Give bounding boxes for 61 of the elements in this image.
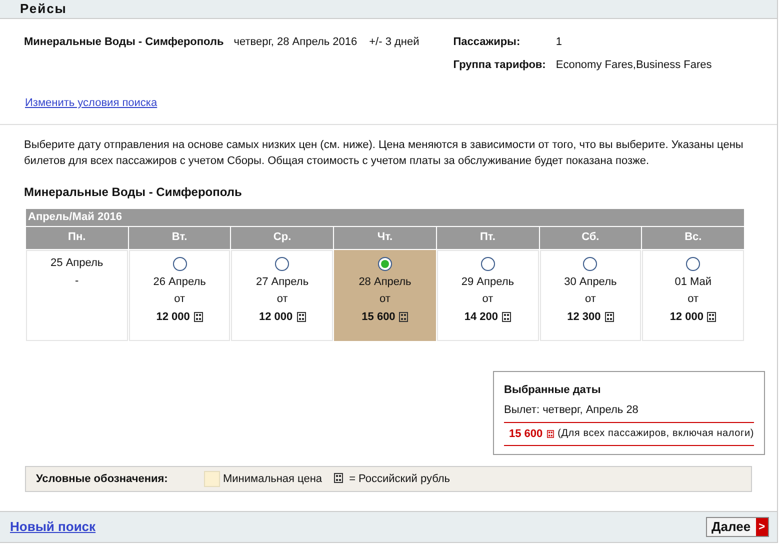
selected-dates-title: Выбранные даты (504, 382, 602, 398)
intro-text: Выберите дату отправления на основе самых низких цен (см. ниже). Цена меняются в зависимости от того, что вы выберите. Указаны цены билетов для всех пассажиров с учетом Сборы. Общая стоимость с учетом платы за обслуживание будет показана позже. (23, 138, 744, 168)
from-label: от (482, 292, 494, 307)
day-date: 27 Апрель (256, 274, 309, 290)
from-label: от (584, 292, 596, 307)
radio-button[interactable] (275, 256, 290, 270)
day-date: 26 Апрель (153, 274, 206, 290)
from-label: от (174, 292, 186, 307)
modify-search-link[interactable]: Изменить условия поиска (25, 97, 158, 109)
radio-button[interactable] (686, 256, 700, 270)
day-cell[interactable]: 01 Май от 12 000 (642, 250, 744, 340)
legend-label: Условные обозначения: (36, 472, 169, 487)
radio-button[interactable] (378, 256, 392, 270)
day-cell[interactable]: 29 Апрель от 14 200 (436, 250, 539, 340)
new-search-link[interactable]: Новый поиск (10, 517, 96, 537)
next-button[interactable]: Далее > (706, 517, 769, 537)
day-price: 12 000 (258, 310, 293, 324)
fare-group-value: Economy Fares,Business Fares (556, 58, 712, 72)
day-price: 12 000 (156, 310, 190, 324)
day-cell[interactable]: 28 Апрель от 15 600 (334, 250, 436, 340)
weekday-header: Вс. (642, 226, 744, 248)
day-cell[interactable]: 30 Апрель от 12 300 (540, 250, 642, 340)
page-title: Рейсы (20, 0, 67, 18)
month-header: Апрель/Май 2016 (26, 208, 744, 226)
radio-button[interactable] (172, 256, 187, 270)
date-text: четверг, 28 Апрель 2016 (234, 35, 358, 50)
day-price: 12 000 (670, 310, 704, 324)
from-label: от (688, 292, 699, 307)
passengers-value: 1 (556, 35, 563, 50)
range-text: +/- 3 дней (369, 35, 420, 50)
route-heading: Минеральные Воды - Симферополь (23, 184, 243, 200)
day-date: 28 Апрель (358, 274, 412, 290)
weekday-header: Вт. (128, 226, 230, 248)
weekday-header: Ср. (231, 226, 334, 248)
fare-group-label: Группа тарифов: (453, 58, 546, 72)
departure-text: Вылет: четверг, Апрель 28 (504, 402, 754, 422)
weekday-header: Чт. (334, 226, 436, 248)
weekday-header: Сб. (540, 226, 642, 248)
day-price: 15 600 (362, 310, 396, 324)
day-cell[interactable]: 27 Апрель от 12 000 (231, 250, 334, 340)
currency-text: = Российский рубль (349, 472, 450, 487)
passengers-label: Пассажиры: (453, 35, 522, 50)
radio-button[interactable] (583, 256, 598, 270)
day-price: 12 300 (567, 310, 601, 324)
day-date: 30 Апрель (564, 274, 617, 290)
day-price: - (75, 274, 79, 289)
day-cell[interactable]: 26 Апрель от 12 000 (128, 250, 230, 340)
day-date: 29 Апрель (461, 274, 514, 290)
weekday-header: Пт. (436, 226, 539, 248)
day-price: 14 200 (464, 310, 498, 324)
day-date: 25 Апрель (50, 256, 104, 270)
from-label: от (380, 292, 390, 307)
day-date: 01 Май (674, 274, 712, 290)
from-label: от (276, 292, 288, 307)
total-price: 15 600 (509, 426, 543, 442)
price-note: (Для всех пассажиров, включая налоги) (558, 427, 754, 442)
route-text: Минеральные Воды - Симферополь (24, 35, 224, 50)
weekday-header: Пн. (26, 226, 128, 248)
min-price-swatch (204, 471, 220, 487)
min-price-text: Минимальная цена (223, 472, 322, 487)
radio-button[interactable] (480, 256, 495, 270)
